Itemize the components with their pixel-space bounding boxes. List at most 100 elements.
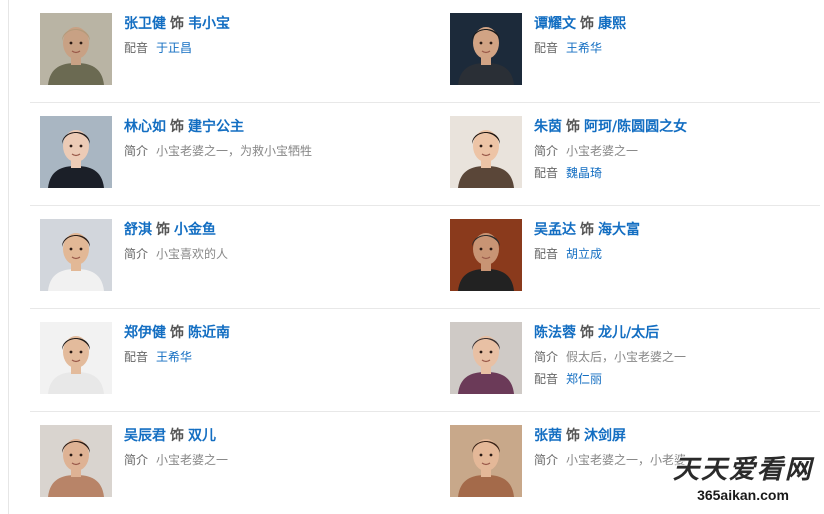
voice-actor-link[interactable]: 王希华 xyxy=(566,41,602,55)
role-name-link[interactable]: 阿珂/陈圆圆之女 xyxy=(584,119,687,135)
cast-grid: 张卫健饰韦小宝 配音 于正昌 谭耀文饰康熙 配音 王希华 林心如饰建宁公主 简介 小宝老婆之一，… xyxy=(30,0,820,514)
intro-line: 简介 小宝喜欢的人 xyxy=(124,245,414,263)
dub-label: 配音 xyxy=(534,166,559,180)
actor-name-link[interactable]: 吴孟达 xyxy=(534,222,576,238)
role-name-link[interactable]: 沐剑屏 xyxy=(584,428,626,444)
intro-label: 简介 xyxy=(124,453,149,467)
cast-info: 林心如饰建宁公主简介 小宝老婆之一，为救小宝牺牲 xyxy=(124,116,414,160)
role-name-link[interactable]: 建宁公主 xyxy=(188,119,244,135)
site-watermark: 天天爱看网 365aikan.com xyxy=(668,454,818,510)
cast-title: 朱茵饰阿珂/陈圆圆之女 xyxy=(534,116,824,138)
dub-label: 配音 xyxy=(124,350,149,364)
voice-actor-link[interactable]: 魏晶琦 xyxy=(566,166,602,180)
actor-photo[interactable] xyxy=(40,13,112,85)
actor-photo[interactable] xyxy=(40,425,112,497)
actor-photo[interactable] xyxy=(40,116,112,188)
dub-label: 配音 xyxy=(534,247,559,261)
intro-text: 假太后，小宝老婆之一 xyxy=(566,350,687,364)
cast-title: 吴孟达饰海大富 xyxy=(534,219,824,241)
role-name-link[interactable]: 陈近南 xyxy=(188,325,230,341)
cast-card: 吴孟达饰海大富配音 胡立成 xyxy=(450,219,824,293)
cast-card: 朱茵饰阿珂/陈圆圆之女 简介 小宝老婆之一 配音 魏晶琦 xyxy=(450,116,824,190)
cast-row: 张卫健饰韦小宝 配音 于正昌 谭耀文饰康熙 配音 王希华 xyxy=(30,0,820,103)
actor-photo[interactable] xyxy=(450,425,522,497)
cast-card: 吴辰君饰双儿简介 小宝老婆之一 xyxy=(40,425,420,499)
actor-photo[interactable] xyxy=(450,13,522,85)
cast-title: 陈法蓉饰龙儿/太后 xyxy=(534,322,824,344)
portrait-icon xyxy=(450,322,522,394)
voice-actor-link[interactable]: 于正昌 xyxy=(156,41,192,55)
cast-title: 谭耀文饰康熙 xyxy=(534,13,824,35)
intro-label: 简介 xyxy=(534,350,559,364)
cast-title: 郑伊健饰陈近南 xyxy=(124,322,414,344)
cast-info: 舒淇饰小金鱼 简介 小宝喜欢的人 xyxy=(124,219,414,263)
intro-text: 小宝老婆之一 xyxy=(156,453,229,467)
dub-line: 配音 郑仁丽 xyxy=(534,370,824,388)
cast-card: 郑伊健饰陈近南配音 王希华 xyxy=(40,322,420,396)
intro-line: 简介 小宝老婆之一 xyxy=(124,451,414,469)
as-separator: 饰 xyxy=(580,16,594,32)
portrait-icon xyxy=(450,116,522,188)
actor-photo[interactable] xyxy=(40,322,112,394)
actor-name-link[interactable]: 舒淇 xyxy=(124,222,152,238)
cast-info: 朱茵饰阿珂/陈圆圆之女 简介 小宝老婆之一 配音 魏晶琦 xyxy=(534,116,824,182)
cast-info: 陈法蓉饰龙儿/太后 简介 假太后，小宝老婆之一 配音 郑仁丽 xyxy=(534,322,824,388)
cast-title: 张卫健饰韦小宝 xyxy=(124,13,414,35)
role-name-link[interactable]: 龙儿/太后 xyxy=(598,325,659,341)
portrait-icon xyxy=(450,219,522,291)
intro-line: 简介 假太后，小宝老婆之一 xyxy=(534,348,824,366)
intro-label: 简介 xyxy=(534,144,559,158)
as-separator: 饰 xyxy=(170,119,184,135)
role-name-link[interactable]: 康熙 xyxy=(598,16,626,32)
cast-row: 郑伊健饰陈近南 配音 王希华 陈法蓉饰龙儿/太后 简介 假太后，小宝老婆之一 配音 郑仁丽 xyxy=(30,309,820,412)
cast-row: 舒淇饰小金鱼 简介 小宝喜欢的人 吴孟达饰海大富 配音 胡立成 xyxy=(30,206,820,309)
as-separator: 饰 xyxy=(580,325,594,341)
cast-title: 林心如饰建宁公主 xyxy=(124,116,414,138)
as-separator: 饰 xyxy=(580,222,594,238)
actor-photo[interactable] xyxy=(450,116,522,188)
actor-name-link[interactable]: 陈法蓉 xyxy=(534,325,576,341)
voice-actor-link[interactable]: 郑仁丽 xyxy=(566,372,602,386)
actor-photo[interactable] xyxy=(450,322,522,394)
as-separator: 饰 xyxy=(170,325,184,341)
cast-card: 谭耀文饰康熙配音 王希华 xyxy=(450,13,824,87)
intro-label: 简介 xyxy=(124,144,149,158)
cast-info: 郑伊健饰陈近南配音 王希华 xyxy=(124,322,414,366)
portrait-icon xyxy=(40,219,112,291)
cast-card: 林心如饰建宁公主简介 小宝老婆之一，为救小宝牺牲 xyxy=(40,116,420,190)
watermark-title: 天天爱看网 xyxy=(672,455,813,485)
portrait-icon xyxy=(40,13,112,85)
cast-info: 谭耀文饰康熙配音 王希华 xyxy=(534,13,824,57)
intro-label: 简介 xyxy=(124,247,149,261)
cast-info: 张卫健饰韦小宝配音 于正昌 xyxy=(124,13,414,57)
actor-name-link[interactable]: 朱茵 xyxy=(534,119,562,135)
actor-name-link[interactable]: 谭耀文 xyxy=(534,16,576,32)
watermark-url: 365aikan.com xyxy=(697,487,789,503)
dub-line: 配音 胡立成 xyxy=(534,245,824,263)
actor-name-link[interactable]: 林心如 xyxy=(124,119,166,135)
actor-photo[interactable] xyxy=(40,219,112,291)
role-name-link[interactable]: 双儿 xyxy=(188,428,216,444)
intro-text: 小宝老婆之一 xyxy=(566,144,639,158)
voice-actor-link[interactable]: 胡立成 xyxy=(566,247,602,261)
role-name-link[interactable]: 海大富 xyxy=(598,222,640,238)
cast-info: 吴孟达饰海大富配音 胡立成 xyxy=(534,219,824,263)
cast-title: 吴辰君饰双儿 xyxy=(124,425,414,447)
intro-label: 简介 xyxy=(534,453,559,467)
portrait-icon xyxy=(40,322,112,394)
actor-photo[interactable] xyxy=(450,219,522,291)
voice-actor-link[interactable]: 王希华 xyxy=(156,350,192,364)
cast-card: 张卫健饰韦小宝配音 于正昌 xyxy=(40,13,420,87)
role-name-link[interactable]: 小金鱼 xyxy=(174,222,216,238)
dub-label: 配音 xyxy=(534,41,559,55)
cast-row: 林心如饰建宁公主 简介 小宝老婆之一，为救小宝牺牲 朱茵饰阿珂/陈圆圆之女 简介 小宝老婆… xyxy=(30,103,820,206)
actor-name-link[interactable]: 张卫健 xyxy=(124,16,166,32)
intro-line: 简介 小宝老婆之一，为救小宝牺牲 xyxy=(124,142,414,160)
actor-name-link[interactable]: 吴辰君 xyxy=(124,428,166,444)
actor-name-link[interactable]: 郑伊健 xyxy=(124,325,166,341)
actor-name-link[interactable]: 张茜 xyxy=(534,428,562,444)
dub-line: 配音 魏晶琦 xyxy=(534,164,824,182)
dub-label: 配音 xyxy=(124,41,149,55)
portrait-icon xyxy=(40,116,112,188)
role-name-link[interactable]: 韦小宝 xyxy=(188,16,230,32)
